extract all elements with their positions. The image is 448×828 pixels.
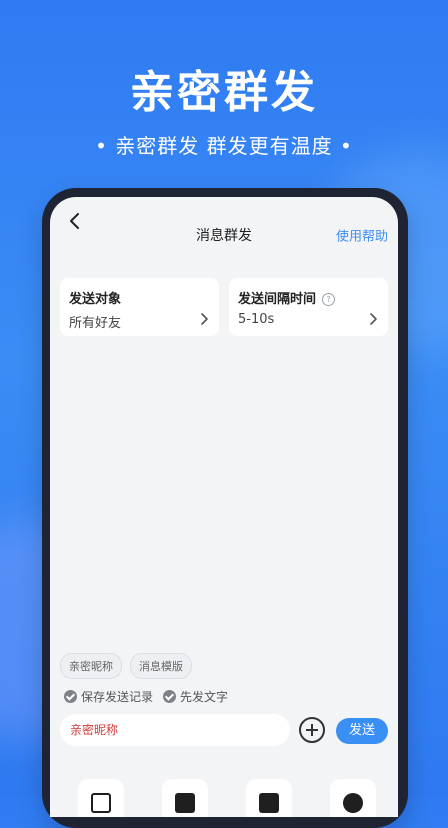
video-icon [175,793,195,813]
navbar: 消息群发 使用帮助 [50,197,398,247]
settings-cards: 发送对象 所有好友 发送间隔时间? 5-10s [60,278,388,336]
send-target-value: 所有好友 [69,316,122,331]
send-interval-value: 5-10s [238,312,275,327]
tool-button-3[interactable] [246,779,292,817]
check-circle-icon [64,690,77,703]
file-icon [259,793,279,813]
send-interval-card[interactable]: 发送间隔时间? 5-10s [229,278,388,336]
question-circle-icon[interactable]: ? [322,293,336,306]
option-text-first[interactable]: 先发文字 [163,688,228,705]
hero-title: 亲密群发 [130,67,318,118]
chip-nickname[interactable]: 亲密昵称 [60,653,122,679]
composer: 亲密昵称 发送 [60,714,388,746]
check-circle-icon [163,690,177,703]
link-icon [343,793,363,813]
tool-button-2[interactable] [162,779,208,817]
option-save-record[interactable]: 保存发送记录 [64,688,153,705]
tool-button-4[interactable] [330,779,376,817]
tool-button-1[interactable] [78,779,124,817]
attachment-toolbar [78,779,376,817]
phone-screen: 消息群发 使用帮助 发送对象 所有好友 发送间隔时间? 5-10s 亲密昵称 消… [50,197,398,817]
image-icon [91,793,111,813]
send-target-label: 发送对象 [69,292,122,307]
send-interval-label-wrap: 发送间隔时间? [238,288,336,307]
quick-chips: 亲密昵称 消息模版 [60,653,192,679]
plus-circle-icon[interactable] [299,717,325,743]
send-options: 保存发送记录 先发文字 [64,688,228,705]
option-text-first-label: 先发文字 [180,690,229,704]
option-save-record-label: 保存发送记录 [81,690,154,704]
message-input[interactable]: 亲密昵称 [60,714,290,746]
send-target-card[interactable]: 发送对象 所有好友 [60,278,219,336]
send-button[interactable]: 发送 [336,718,388,744]
help-link[interactable]: 使用帮助 [336,226,388,245]
send-interval-label: 发送间隔时间 [238,292,317,307]
hero-subtitle: • 亲密群发 群发更有温度 • [95,134,353,158]
chip-template[interactable]: 消息模版 [130,653,192,679]
chevron-right-icon [370,313,377,325]
chevron-right-icon [201,313,208,325]
